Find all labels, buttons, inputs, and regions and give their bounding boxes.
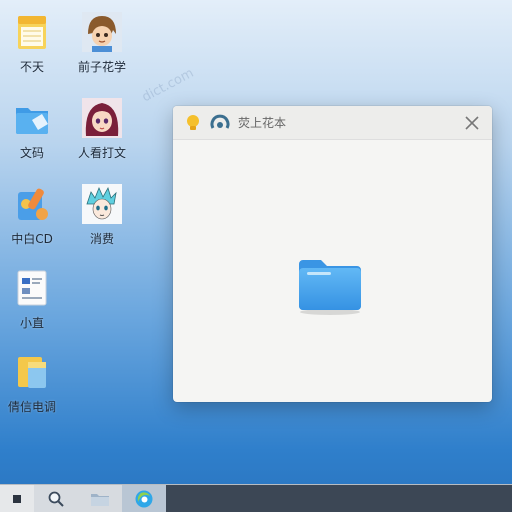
lightbulb-icon xyxy=(187,114,199,130)
notepad-icon xyxy=(18,16,46,49)
window-titlebar[interactable]: 荧上花本 xyxy=(173,106,492,140)
close-icon[interactable] xyxy=(462,113,482,133)
app-window[interactable]: 荧上花本 xyxy=(173,106,492,402)
desktop-icon-label: 人看打文 xyxy=(77,146,126,160)
desktop-icon-label: 文码 xyxy=(19,146,44,160)
window-title: 荧上花本 xyxy=(238,116,287,130)
folder-icon xyxy=(16,108,48,134)
folder-yellow-icon xyxy=(18,357,46,388)
desktop-icon-avatar-boy[interactable]: 前子花学 xyxy=(70,12,134,75)
search-icon xyxy=(48,491,64,507)
desktop-icon-label: 小直 xyxy=(19,316,44,330)
taskbar-search-button[interactable] xyxy=(34,485,78,512)
start-button[interactable] xyxy=(0,485,34,512)
window-content xyxy=(173,140,492,402)
desktop-icon-folder[interactable]: 文码 xyxy=(0,98,64,161)
document-icon xyxy=(17,270,47,306)
folder-icon[interactable] xyxy=(297,256,363,316)
anime-girl-avatar-icon xyxy=(82,98,122,138)
desktop-icon-label: 倩信电调 xyxy=(7,400,56,414)
taskbar-file-explorer-button[interactable] xyxy=(78,485,122,512)
desktop-icon-avatar-girl[interactable]: 人看打文 xyxy=(70,98,134,161)
taskbar xyxy=(0,484,512,512)
browser-icon xyxy=(135,490,153,508)
watermark-text: dict.com xyxy=(139,65,197,106)
app-logo-icon xyxy=(210,114,230,129)
desktop-icon-paint[interactable]: 中白CD xyxy=(0,184,64,247)
desktop-icon-document[interactable]: 小直 xyxy=(0,268,64,331)
desktop-icon-label: 消费 xyxy=(89,232,114,246)
desktop-icon-yellow-folder[interactable]: 倩信电调 xyxy=(0,352,64,415)
desktop-icon-avatar-character[interactable]: 消费 xyxy=(70,184,134,247)
start-icon xyxy=(13,495,21,503)
paint-tools-icon xyxy=(18,188,48,220)
desktop-icon-label: 不天 xyxy=(19,60,44,74)
file-explorer-icon xyxy=(91,494,109,506)
desktop: 不天 文码 中白CD 小直 倩信电调 前子花学 人看打文 消费 dict.com… xyxy=(0,0,512,484)
desktop-icon-label: 前子花学 xyxy=(77,60,126,74)
taskbar-browser-button[interactable] xyxy=(122,485,166,512)
anime-boy-avatar-icon xyxy=(82,12,122,52)
desktop-icon-notepad[interactable]: 不天 xyxy=(0,12,64,75)
taskbar-empty-area xyxy=(166,485,512,512)
anime-character-avatar-icon xyxy=(82,184,122,224)
desktop-icon-label: 中白CD xyxy=(11,232,53,246)
